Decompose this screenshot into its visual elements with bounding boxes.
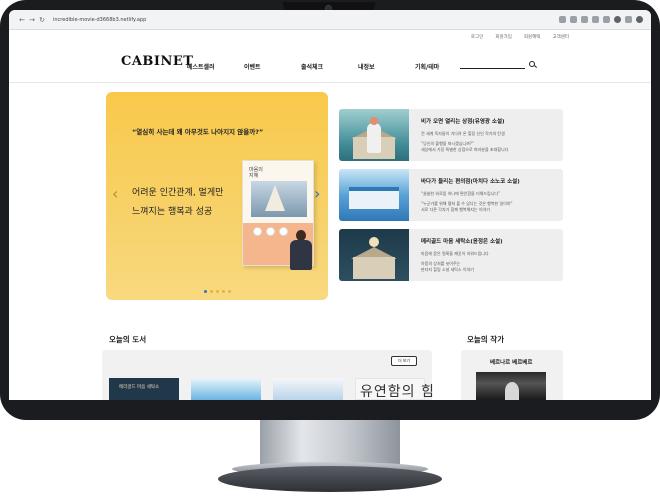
slide-dot[interactable] (222, 290, 225, 293)
book-card-title: 메리골드 마음 세탁소(윤정은 소설) (421, 239, 503, 245)
back-icon[interactable]: ← (17, 16, 27, 24)
reload-icon[interactable]: ↻ (37, 16, 47, 24)
monitor-stand-base (218, 466, 442, 492)
screen: ← → ↻ incredible-movie-d3668b3.netlify.a… (9, 10, 651, 400)
site-logo[interactable]: CABINET (121, 54, 193, 69)
today-book-cover[interactable] (273, 378, 343, 400)
today-books-title: 오늘의 도서 (109, 335, 147, 344)
today-book-title: 메리골드 마음 세탁소 (119, 385, 160, 390)
side-panel-icon[interactable] (625, 16, 632, 23)
nav-theme[interactable]: 기획/테마 (415, 62, 472, 71)
book-card-desc-line: 서로 다른 각자가 함께 행복해지는 이야기 (421, 207, 490, 212)
slide-dot[interactable] (228, 290, 231, 293)
nav-bestseller[interactable]: 베스트셀러 (187, 62, 244, 71)
today-book-cover[interactable]: 유연함의 힘 (355, 378, 434, 400)
today-book-cover[interactable]: 메리골드 마음 세탁소 (109, 378, 179, 400)
moon-graphic (369, 237, 379, 247)
bookmark-star-icon[interactable] (592, 16, 599, 23)
extensions-puzzle-icon[interactable] (603, 16, 610, 23)
prev-slide-icon[interactable]: ‹ (112, 184, 118, 203)
slide-indicator (204, 290, 231, 293)
browser-toolbar: ← → ↻ incredible-movie-d3668b3.netlify.a… (9, 10, 651, 30)
house-graphic (353, 257, 395, 279)
signup-link[interactable]: 회원가입 (495, 34, 512, 40)
today-author-title: 오늘의 작가 (467, 335, 505, 344)
browser-extensions (559, 16, 643, 23)
author-figure (290, 230, 312, 270)
download-icon[interactable] (559, 16, 566, 23)
book-card-subtitle: 전 세계 독자들이 기다려 온 힐링 신인 작가의 탄생 (421, 131, 505, 136)
nav-event[interactable]: 이벤트 (244, 62, 301, 71)
hero-quote: “열심히 사는데 왜 아무것도 나아지지 않을까?” (132, 128, 264, 136)
book-card-desc-line: 세상에서 가장 특별한 상점으로 여러분을 초대합니다 (421, 147, 509, 152)
hero-title-line1: 어려운 인간관계, 멀게만 (132, 188, 224, 198)
slide-dot[interactable] (204, 290, 207, 293)
book-card-image (339, 229, 409, 281)
book-card-subtitle: “쓸쓸한 외로움 하나에 편안함을 더해드립니다” (421, 191, 501, 196)
benefits-link[interactable]: 회원혜택 (524, 34, 541, 40)
hero-book-title: 마음의 지혜 (249, 167, 263, 179)
book-card-description: “당신의 불행을 파시겠습니까?” 세상에서 가장 특별한 상점으로 여러분을 … (421, 141, 508, 153)
book-card-subtitle: 마음에 묻은 얼룩을 깨끗이 지워드립니다 (421, 251, 489, 256)
monitor-frame: ← → ↻ incredible-movie-d3668b3.netlify.a… (0, 0, 660, 420)
book-circle-badge (253, 227, 262, 236)
book-circle-badge (266, 227, 275, 236)
slide-dot[interactable] (210, 290, 213, 293)
nav-my-info[interactable]: 내정보 (358, 62, 415, 71)
author-portrait-head (505, 382, 519, 400)
slide-dot[interactable] (216, 290, 219, 293)
today-book-cover[interactable] (191, 378, 261, 400)
next-slide-icon[interactable]: › (314, 184, 320, 203)
search-input[interactable] (460, 68, 525, 69)
book-card-image (339, 169, 409, 221)
figure-graphic (367, 117, 381, 153)
forward-icon[interactable]: → (27, 16, 37, 24)
book-card[interactable]: 바다가 들리는 편의점(마치다 소노코 소설) “쓸쓸한 외로움 하나에 편안함… (339, 169, 563, 221)
book-card-desc-line: 판타지 힐링 소설 세탁소 이야기 (421, 267, 474, 272)
utility-links: 로그인 회원가입 회원혜택 고객센터 (471, 34, 569, 40)
book-card-title: 비가 오면 열리는 상점(유영광 소설) (421, 119, 505, 125)
author-name[interactable]: 베르나르 베르베르 (490, 358, 532, 366)
book-card[interactable]: 메리골드 마음 세탁소(윤정은 소설) 마음에 묻은 얼룩을 깨끗이 지워드립니… (339, 229, 563, 281)
book-circle-badge (279, 227, 288, 236)
book-card-description: 아픔의 상처를 씻어주는 판타지 힐링 소설 세탁소 이야기 (421, 261, 474, 273)
more-button[interactable]: 더 보기 (391, 356, 417, 366)
today-book-title: 유연함의 힘 (360, 384, 435, 400)
customer-center-link[interactable]: 고객센터 (552, 34, 569, 40)
address-bar[interactable]: incredible-movie-d3668b3.netlify.app (53, 17, 559, 23)
login-link[interactable]: 로그인 (471, 34, 483, 40)
hero-title-line2: 느껴지는 행복과 성공 (132, 207, 213, 217)
store-graphic (349, 187, 399, 209)
hero-title: 어려운 인간관계, 멀게만 느껴지는 행복과 성공 (132, 184, 223, 222)
book-card-title: 바다가 들리는 편의점(마치다 소노코 소설) (421, 179, 520, 185)
sailboat-graphic (265, 185, 285, 211)
hero-banner[interactable]: “열심히 사는데 왜 아무것도 나아지지 않을까?” 어려운 인간관계, 멀게만… (106, 92, 328, 300)
translate-icon[interactable] (570, 16, 577, 23)
book-card-description: “누군가를 위해 펼쳐 볼 수 있다는 것은 행복한 일이야” 서로 다른 각자… (421, 201, 513, 213)
book-card[interactable]: 비가 오면 열리는 상점(유영광 소설) 전 세계 독자들이 기다려 온 힐링 … (339, 109, 563, 161)
profile-icon[interactable] (614, 16, 621, 23)
author-body (290, 240, 312, 270)
main-nav: 베스트셀러 이벤트 출석체크 내정보 기획/테마 (187, 62, 472, 71)
header-divider (9, 82, 651, 83)
share-icon[interactable] (581, 16, 588, 23)
nav-attendance[interactable]: 출석체크 (301, 62, 358, 71)
book-card-image (339, 109, 409, 161)
profile-avatar[interactable] (636, 16, 643, 23)
search-icon[interactable] (529, 61, 535, 67)
